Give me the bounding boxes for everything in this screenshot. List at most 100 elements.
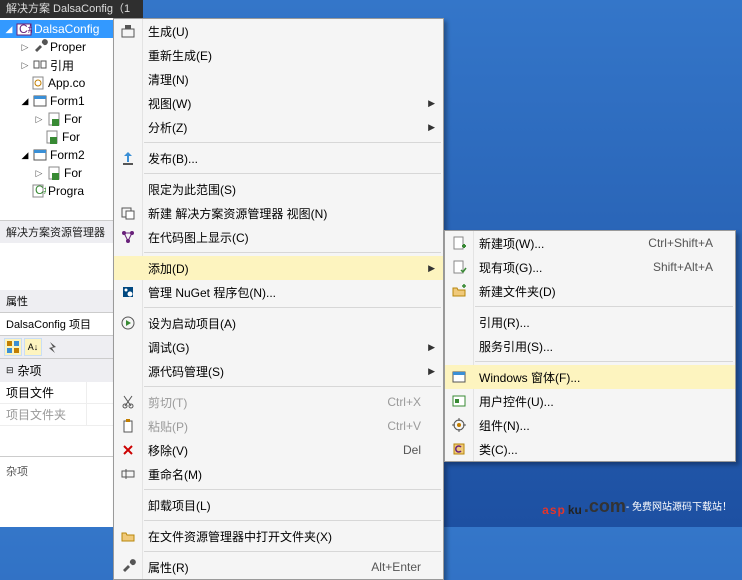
menu-item-label: Windows 窗体(F)... [473, 369, 735, 386]
cs-file-icon [46, 111, 62, 127]
wrench-icon [32, 39, 48, 55]
menu-item-label: 新建文件夹(D) [473, 283, 735, 300]
svg-text:C#: C# [35, 183, 46, 197]
submenu-arrow-icon: ▶ [428, 263, 435, 274]
cs-file-icon [46, 165, 62, 181]
menu-item-label: 用户控件(U)... [473, 393, 735, 410]
menu-item[interactable]: 在代码图上显示(C) [114, 225, 443, 249]
expand-icon[interactable]: ▷ [20, 42, 30, 53]
menu-separator [475, 306, 733, 307]
menu-item[interactable]: 添加(D)▶ [114, 256, 443, 280]
props-events-button[interactable] [44, 338, 62, 356]
menu-item[interactable]: 卸载项目(L) [114, 493, 443, 517]
menu-item[interactable]: 服务引用(S)... [445, 334, 735, 358]
menu-item[interactable]: 组件(N)... [445, 413, 735, 437]
svg-text:C#: C# [19, 22, 32, 36]
menu-item[interactable]: 新建文件夹(D) [445, 279, 735, 303]
menu-item-label: 引用(R)... [473, 314, 735, 331]
csharp-project-icon: C# [16, 21, 32, 37]
menu-item[interactable]: 重新生成(E) [114, 43, 443, 67]
menu-item-label: 调试(G) [142, 339, 443, 356]
expand-icon[interactable]: ▷ [20, 60, 30, 71]
tree-root-label: DalsaConfig [34, 22, 99, 36]
menu-item[interactable]: 调试(G)▶ [114, 335, 443, 359]
menu-separator [144, 551, 441, 552]
menu-item-label: 服务引用(S)... [473, 338, 735, 355]
menu-item[interactable]: 管理 NuGet 程序包(N)... [114, 280, 443, 304]
expand-icon[interactable]: ◢ [20, 96, 30, 107]
menu-item: 粘贴(P)Ctrl+V [114, 414, 443, 438]
menu-separator [144, 173, 441, 174]
menu-item-label: 源代码管理(S) [142, 363, 443, 380]
newfolder-icon [445, 283, 473, 299]
menu-item[interactable]: 在文件资源管理器中打开文件夹(X) [114, 524, 443, 548]
menu-item[interactable]: 类(C)... [445, 437, 735, 461]
menu-item[interactable]: 分析(Z)▶ [114, 115, 443, 139]
menu-item[interactable]: 限定为此范围(S) [114, 177, 443, 201]
newitem-icon [445, 235, 473, 251]
menu-item-label: 设为启动项目(A) [142, 315, 443, 332]
newview-icon [114, 205, 142, 221]
add-submenu: 新建项(W)...Ctrl+Shift+A现有项(G)...Shift+Alt+… [444, 230, 736, 462]
menu-item-label: 现有项(G)... [473, 259, 653, 276]
menu-item[interactable]: 清理(N) [114, 67, 443, 91]
menu-item[interactable]: 设为启动项目(A) [114, 311, 443, 335]
submenu-arrow-icon: ▶ [428, 122, 435, 133]
menu-item[interactable]: 新建 解决方案资源管理器 视图(N) [114, 201, 443, 225]
menu-item[interactable]: 引用(R)... [445, 310, 735, 334]
config-file-icon [30, 75, 46, 91]
menu-item-label: 限定为此范围(S) [142, 181, 443, 198]
alphabetical-button[interactable]: A↓ [24, 338, 42, 356]
menu-item[interactable]: 源代码管理(S)▶ [114, 359, 443, 383]
collapse-icon[interactable]: ⊟ [6, 365, 14, 376]
submenu-arrow-icon: ▶ [428, 98, 435, 109]
menu-item[interactable]: 新建项(W)...Ctrl+Shift+A [445, 231, 735, 255]
menu-item[interactable]: 属性(R)Alt+Enter [114, 555, 443, 579]
menu-item-label: 添加(D) [142, 260, 443, 277]
expand-icon[interactable]: ▷ [34, 168, 44, 179]
menu-item[interactable]: 现有项(G)...Shift+Alt+A [445, 255, 735, 279]
existitem-icon [445, 259, 473, 275]
cs-file-icon: C# [30, 183, 46, 199]
menu-item-label: 生成(U) [142, 23, 443, 40]
submenu-arrow-icon: ▶ [428, 342, 435, 353]
codemap-icon [114, 229, 142, 245]
props-icon [114, 559, 142, 575]
menu-item[interactable]: 移除(V)Del [114, 438, 443, 462]
titlebar: 解决方案 DalsaConfig（1 个项目) [0, 0, 143, 18]
menu-item-label: 重新生成(E) [142, 47, 443, 64]
menu-item-label: 卸载项目(L) [142, 497, 443, 514]
menu-item[interactable]: Windows 窗体(F)... [445, 365, 735, 389]
component-icon [445, 417, 473, 433]
expand-icon[interactable]: ◢ [4, 24, 14, 35]
winform-icon [445, 369, 473, 385]
build-icon [114, 23, 142, 39]
menu-item[interactable]: 用户控件(U)... [445, 389, 735, 413]
expand-icon[interactable]: ◢ [20, 150, 30, 161]
menu-item[interactable]: 重命名(M) [114, 462, 443, 486]
nuget-icon [114, 284, 142, 300]
menu-item: 剪切(T)Ctrl+X [114, 390, 443, 414]
menu-item[interactable]: 视图(W)▶ [114, 91, 443, 115]
menu-shortcut: Del [403, 443, 443, 457]
menu-item-label: 移除(V) [142, 442, 403, 459]
cs-file-icon [44, 129, 60, 145]
paste-icon [114, 418, 142, 434]
menu-item-label: 新建 解决方案资源管理器 视图(N) [142, 205, 443, 222]
menu-item-label: 在文件资源管理器中打开文件夹(X) [142, 528, 443, 545]
class-icon [445, 441, 473, 457]
menu-shortcut: Ctrl+V [387, 419, 443, 433]
menu-item[interactable]: 发布(B)... [114, 146, 443, 170]
remove-icon [114, 442, 142, 458]
menu-item[interactable]: 生成(U) [114, 19, 443, 43]
menu-item-label: 发布(B)... [142, 150, 443, 167]
menu-item-label: 类(C)... [473, 441, 735, 458]
usercontrol-icon [445, 393, 473, 409]
form-icon [32, 147, 48, 163]
categorized-button[interactable] [4, 338, 22, 356]
form-icon [32, 93, 48, 109]
expand-icon[interactable]: ▷ [34, 114, 44, 125]
menu-separator [144, 520, 441, 521]
menu-shortcut: Alt+Enter [371, 560, 443, 574]
menu-item-label: 管理 NuGet 程序包(N)... [142, 284, 443, 301]
